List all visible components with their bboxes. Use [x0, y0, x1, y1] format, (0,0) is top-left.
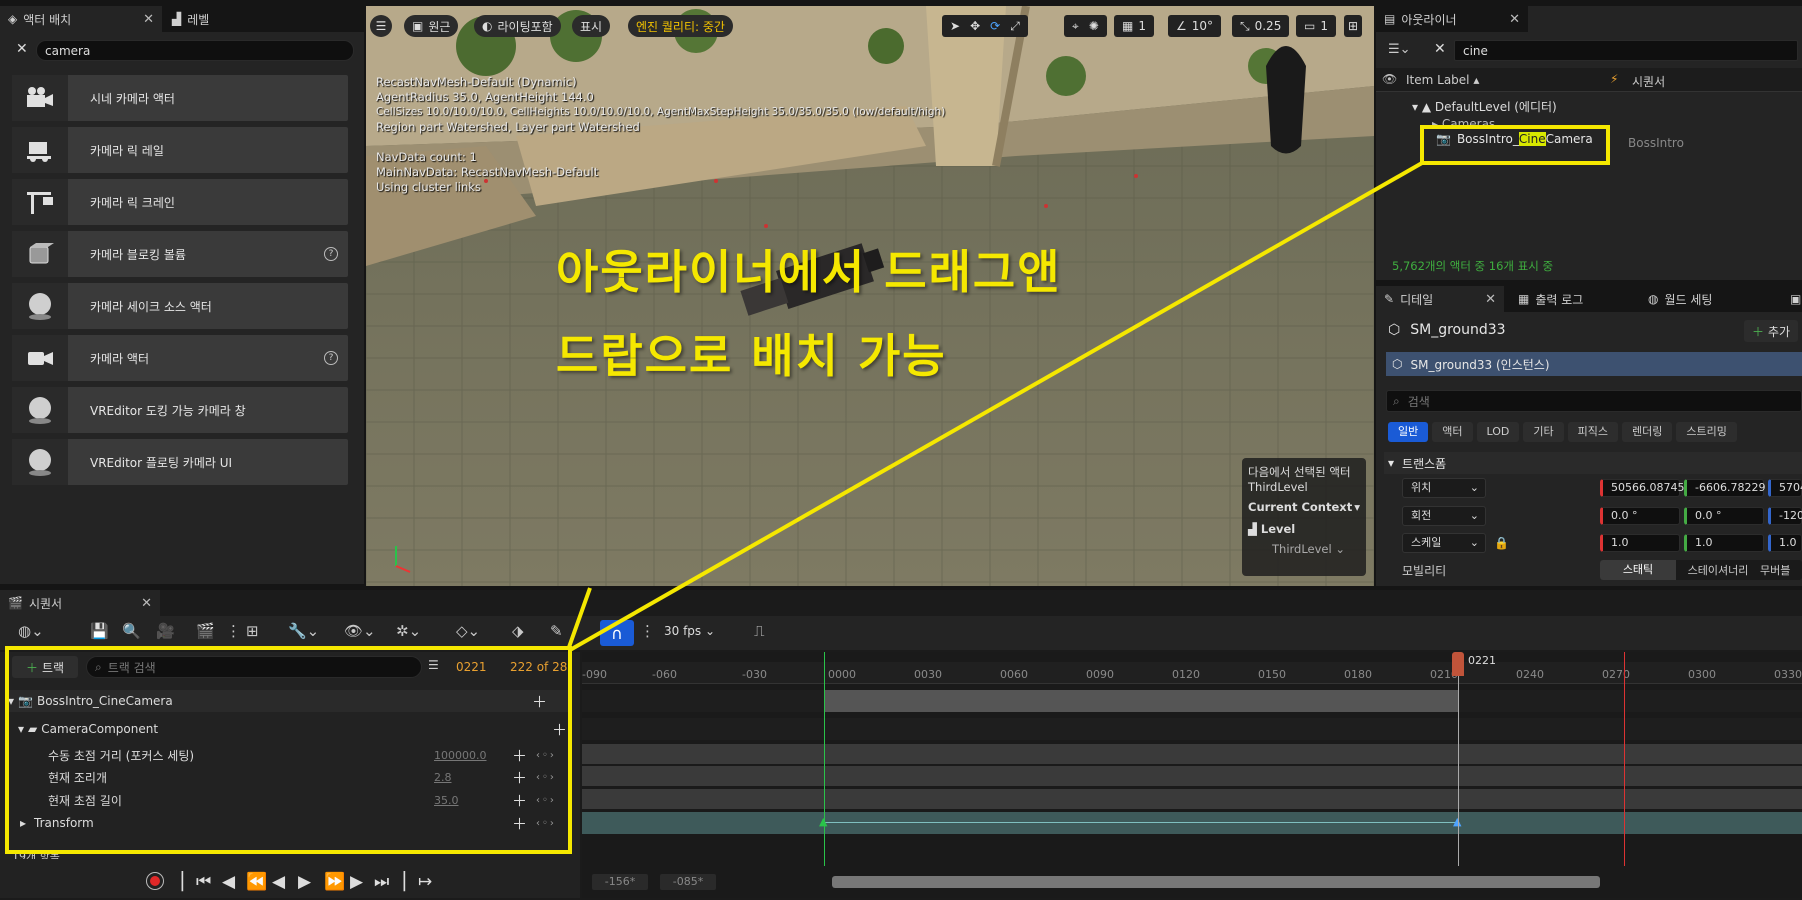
- annotation-overlay: [5, 125, 1610, 854]
- annotation-box-outliner: [1420, 125, 1610, 165]
- annotation-arrow-line: [569, 161, 1423, 652]
- annotation-box-sequencer: [5, 646, 572, 854]
